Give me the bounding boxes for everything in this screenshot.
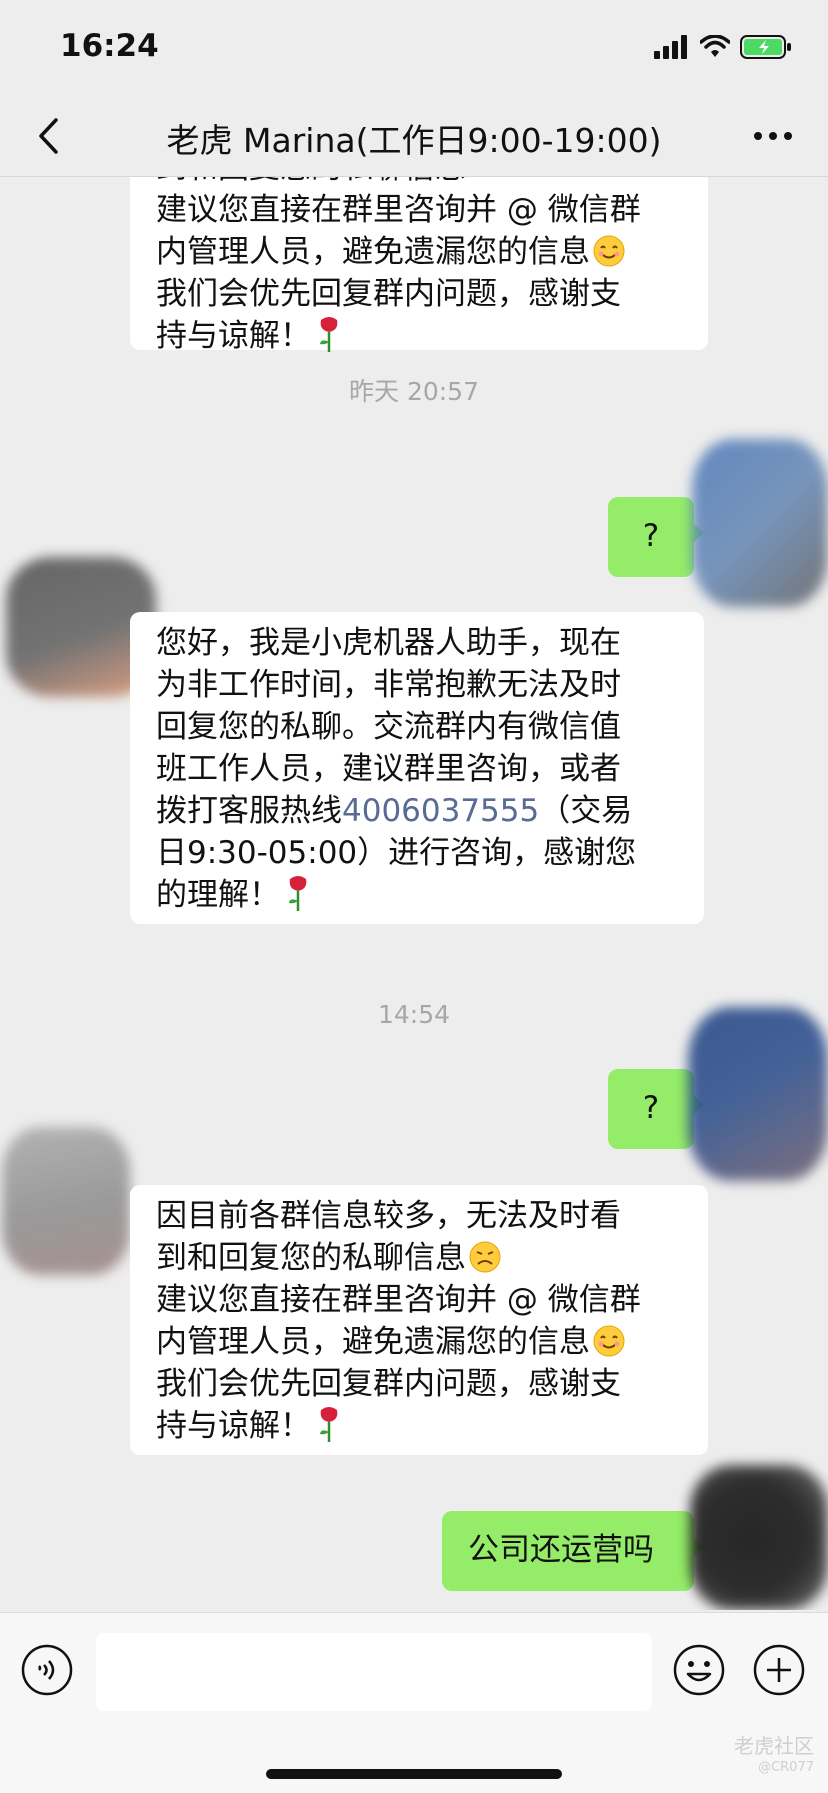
input-bar: 老虎社区 @CR077 (0, 1612, 828, 1793)
message-line: 我们会优先回复群内问题，感谢支 (156, 276, 621, 312)
message-text: ? (642, 518, 660, 554)
message-line: 的理解！ (156, 877, 280, 913)
message-line: 建议您直接在群里咨询并 @ 微信群 (156, 1282, 641, 1318)
message-input[interactable] (96, 1633, 652, 1711)
back-button[interactable] (26, 114, 70, 158)
chat-title: 老虎 Marina(工作日9:00-19:00) (166, 121, 662, 160)
message-bubble-incoming[interactable]: 您好，我是小虎机器人助手，现在 为非工作时间，非常抱歉无法及时 回复您的私聊。交… (130, 612, 704, 924)
message-bubble-incoming[interactable]: 因目前各群信息较多，无法及时看 到和回复您的私聊信息 建议您直接在群里咨询并 @… (130, 1185, 708, 1455)
watermark-brand: 老虎社区 (734, 1734, 814, 1758)
more-actions-button[interactable] (752, 1643, 806, 1697)
message-line: 回复您的私聊。交流群内有微信值 (156, 709, 621, 745)
rose-emoji (320, 317, 338, 352)
sad-emoji (469, 1241, 501, 1273)
avatar-outgoing (692, 439, 828, 607)
phone-link[interactable]: 4006037555 (342, 793, 539, 829)
message-bubble-outgoing[interactable]: ? (608, 497, 704, 577)
message-line: 持与谅解！ (156, 318, 311, 354)
message-line: 为非工作时间，非常抱歉无法及时 (156, 667, 621, 703)
back-icon (39, 118, 58, 154)
message-line: 内管理人员，避免遗漏您的信息 (156, 234, 590, 270)
chat-messages[interactable]: 到和回复您的私聊信息 建议您直接在群里咨询并 @ 微信群 内管理人员，避免遗漏您… (0, 177, 828, 1610)
status-bar: 16:24 (0, 0, 828, 100)
message-text: 公司还运营吗 (468, 1532, 654, 1568)
message-line: 内管理人员，避免遗漏您的信息 (156, 1324, 590, 1360)
battery-icon (740, 35, 791, 59)
rose-emoji (289, 876, 307, 911)
smile-emoji (593, 1325, 625, 1357)
emoji-button[interactable] (672, 1643, 726, 1697)
avatar-outgoing (688, 1007, 828, 1181)
status-icons (654, 34, 792, 60)
signal-icon (654, 35, 687, 59)
plus-icon (753, 1644, 805, 1696)
emoji-icon (673, 1644, 725, 1696)
home-indicator (266, 1769, 562, 1779)
voice-icon (21, 1644, 73, 1696)
message-line: 日9:30-05:00）进行咨询，感谢您 (156, 835, 637, 871)
message-line: 班工作人员，建议群里咨询，或者 (156, 751, 621, 787)
rose-emoji (320, 1407, 338, 1442)
avatar-incoming (2, 1127, 130, 1275)
message-line: 建议您直接在群里咨询并 @ 微信群 (156, 192, 641, 228)
wifi-icon (700, 35, 730, 57)
message-line: 到和回复您的私聊信息 (156, 177, 682, 189)
message-bubble-outgoing[interactable]: ? (608, 1069, 704, 1149)
message-line: （交易 (539, 793, 633, 829)
watermark-handle: @CR077 (758, 1760, 814, 1775)
smile-emoji (593, 235, 625, 267)
message-line: 持与谅解！ (156, 1408, 311, 1444)
more-icon (754, 132, 792, 140)
message-text: ? (642, 1090, 660, 1126)
chat-header: 老虎 Marina(工作日9:00-19:00) (0, 100, 828, 177)
message-line: 您好，我是小虎机器人助手，现在 (156, 625, 621, 661)
message-line: 我们会优先回复群内问题，感谢支 (156, 1366, 621, 1402)
timestamp: 昨天 20:57 (349, 377, 479, 406)
message-line: 到和回复您的私聊信息 (156, 1240, 466, 1276)
message-bubble-incoming[interactable]: 到和回复您的私聊信息 建议您直接在群里咨询并 @ 微信群 内管理人员，避免遗漏您… (130, 177, 708, 354)
message-line: 因目前各群信息较多，无法及时看 (156, 1198, 621, 1234)
watermark: 老虎社区 @CR077 (734, 1735, 814, 1779)
more-button[interactable] (748, 116, 798, 156)
status-time: 16:24 (60, 28, 159, 64)
avatar-outgoing (690, 1465, 828, 1610)
message-line: 拨打客服热线 (156, 793, 342, 829)
voice-button[interactable] (20, 1643, 74, 1697)
message-bubble-outgoing[interactable]: 公司还运营吗 (442, 1511, 704, 1591)
